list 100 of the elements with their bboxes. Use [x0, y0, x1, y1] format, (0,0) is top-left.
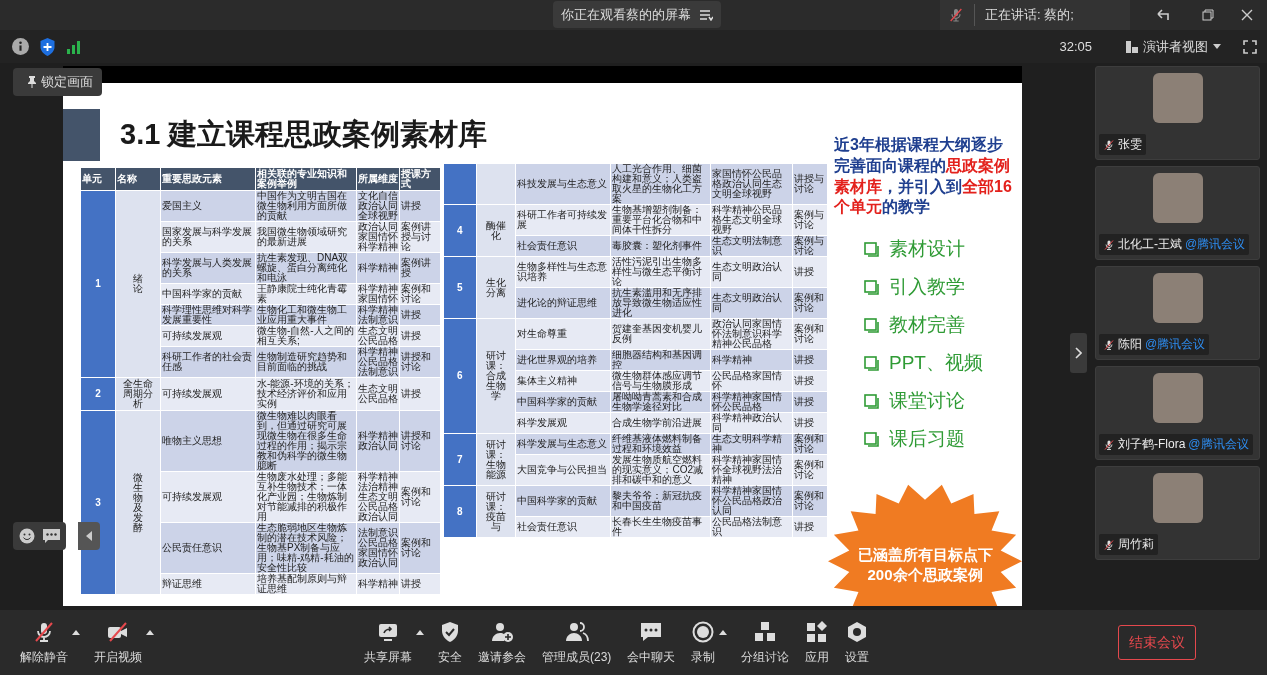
shield-icon[interactable] — [39, 37, 56, 56]
table-cell: 进化论的辩证思维 — [515, 288, 611, 318]
toolbar-button[interactable]: 录制 — [689, 619, 718, 666]
table-cell: 生态文明政治认同 — [711, 288, 793, 318]
table-cell: 辩证思维 — [161, 574, 255, 594]
unit-number: 5 — [444, 257, 476, 318]
toolbar-button[interactable]: 分组讨论 — [739, 619, 792, 666]
unit-number: 6 — [444, 319, 476, 433]
participant-name: 陈阳 — [1118, 336, 1142, 353]
participant-tile[interactable]: 周竹莉 — [1095, 466, 1260, 560]
column-header: 单元 — [81, 168, 115, 190]
restore-window-icon[interactable] — [1202, 9, 1214, 21]
table-cell: 集体主义精神 — [515, 371, 611, 391]
table-cell: 案例和讨论 — [793, 434, 827, 454]
column-header: 相关联的专业知识和案例举例 — [256, 168, 356, 190]
table-cell: 讲授 — [793, 371, 827, 391]
table-cell: 法制意识公民品格家国情怀政治认同 — [357, 523, 399, 573]
view-mode-button[interactable]: 演讲者视图 — [1143, 37, 1208, 56]
table-cell: 讲授和讨论 — [400, 411, 440, 471]
unit-number: 2 — [81, 378, 115, 410]
square-bullet-icon — [864, 317, 879, 333]
table-cell: 中国科学家的贡献 — [161, 284, 255, 304]
unit-cell — [444, 164, 476, 204]
table-cell: 家国情怀公民品格政治认同生态文明全球视野 — [711, 164, 793, 204]
table-cell: 唯物主义思想 — [161, 411, 255, 471]
square-bullet-icon — [864, 393, 879, 409]
account-suffix: @腾讯会议 — [1188, 436, 1249, 453]
table-cell: 生物基增塑剂制备：重要平台化合物和中间体干性拆分 — [611, 205, 711, 235]
table-cell: 抗生素发现、DNA双螺旋、蛋白分离纯化和电泳 — [256, 253, 356, 283]
square-bullet-icon — [864, 279, 879, 295]
toolbar-button[interactable]: 解除静音 — [18, 619, 70, 666]
account-suffix: @腾讯会议 — [1145, 336, 1206, 353]
table-cell: 生物化工和微生物工业应用重大事件 — [256, 305, 356, 325]
table-cell: 社会责任意识 — [515, 236, 611, 256]
toolbar-button[interactable]: 开启视频 — [92, 619, 144, 666]
table-cell: 公民品格家国情怀 — [711, 371, 793, 391]
badge-text: 已涵盖所有目标点下200余个思政案例 — [856, 545, 994, 584]
chat-bubble-icon[interactable] — [43, 529, 60, 543]
undo-arrow-icon[interactable] — [1155, 7, 1171, 23]
toolbar-button[interactable]: 共享屏幕 — [362, 619, 414, 666]
caret-icon[interactable] — [719, 629, 728, 635]
end-meeting-button[interactable]: 结束会议 — [1118, 625, 1197, 660]
caret-icon[interactable] — [72, 629, 80, 635]
table-cell: 科学精神公民品格生态文明全球视野 — [711, 205, 793, 235]
unit-number: 3 — [81, 411, 115, 594]
table-cell: 科学精神政治认同 — [357, 411, 399, 471]
participant-tile[interactable]: 张雯 — [1095, 66, 1260, 160]
table-cell: 科学发展与生态意义 — [515, 434, 611, 454]
pin-icon — [27, 76, 37, 88]
table-cell: 科学精神家国情怀公民品格 — [711, 392, 793, 412]
table-cell: 案例讲授与讨论 — [400, 222, 440, 252]
fullscreen-icon[interactable] — [1243, 39, 1257, 54]
toolbar-button[interactable]: 设置 — [843, 619, 872, 666]
lock-view-button[interactable]: 锁定画面 — [13, 68, 102, 96]
unit-name: 研讨课：疫苗与 — [476, 486, 515, 537]
list-menu-icon[interactable] — [699, 8, 713, 21]
unit-name: 酶催化 — [476, 205, 515, 256]
table-cell: 讲授 — [400, 326, 440, 346]
caret-icon[interactable] — [146, 629, 154, 635]
table-cell: 案例和讨论 — [793, 319, 827, 349]
column-header: 名称 — [116, 168, 160, 190]
table-cell: 中国科学家的贡献 — [515, 486, 611, 516]
toolbar-button[interactable]: 应用 — [803, 619, 832, 666]
expand-panel-button[interactable] — [1070, 333, 1087, 373]
toolbar-button[interactable]: 管理成员(23) — [540, 619, 614, 666]
table-cell: 案例和讨论 — [793, 486, 827, 516]
toolbar-button[interactable]: 邀请参会 — [476, 619, 528, 666]
share-status-text: 你正在观看蔡的的屏幕 — [561, 5, 691, 24]
table-cell: 案例与讨论 — [793, 205, 827, 235]
table-cell: 讲授 — [793, 257, 827, 287]
table-cell: 案例和讨论 — [793, 288, 827, 318]
collapse-button[interactable] — [78, 522, 100, 550]
table-cell: 对生命尊重 — [515, 319, 611, 349]
photo-placeholder — [1152, 73, 1203, 123]
participant-tile[interactable]: 刘子鹤-Flora @腾讯会议 — [1095, 366, 1260, 460]
table-cell: 科学发展观 — [515, 413, 611, 433]
table-cell: 王静康院士纯化青霉素 — [256, 284, 356, 304]
participant-tile[interactable]: 北化工-王斌 @腾讯会议 — [1095, 166, 1260, 260]
close-icon[interactable] — [1241, 9, 1253, 21]
table-cell: 可持续发展观 — [161, 378, 255, 410]
unit-name: 生化分离 — [476, 257, 515, 318]
toolbar-button[interactable]: 会中聊天 — [625, 619, 678, 666]
participant-tile[interactable]: 陈阳 @腾讯会议 — [1095, 266, 1260, 360]
checklist-item: 课堂讨论 — [889, 389, 965, 414]
table-cell: 讲授 — [400, 378, 440, 410]
column-header: 重要思政元素 — [161, 168, 255, 190]
checklist-item: 课后习题 — [889, 427, 965, 452]
toolbar-button[interactable]: 安全 — [436, 619, 464, 666]
table-cell: 文化自信政治认同全球视野 — [357, 191, 399, 221]
column-header: 所属维度 — [357, 168, 399, 190]
smiley-icon[interactable] — [19, 528, 35, 544]
unit-name: 研讨课：合成生物学 — [476, 319, 515, 433]
table-cell: 生态文明科学精神 — [711, 434, 793, 454]
table-cell: 科学精神 — [711, 350, 793, 370]
signal-bars-icon[interactable] — [66, 39, 82, 54]
table-cell: 生态脆弱地区生物炼制的潜在技术风险；生物基PX制备与应用；味精-鸡精-耗油的安全性比较 — [256, 523, 356, 573]
info-icon[interactable] — [12, 38, 29, 55]
photo-placeholder — [1152, 273, 1203, 323]
layout-icon — [1126, 40, 1138, 53]
caret-icon[interactable] — [416, 629, 424, 635]
